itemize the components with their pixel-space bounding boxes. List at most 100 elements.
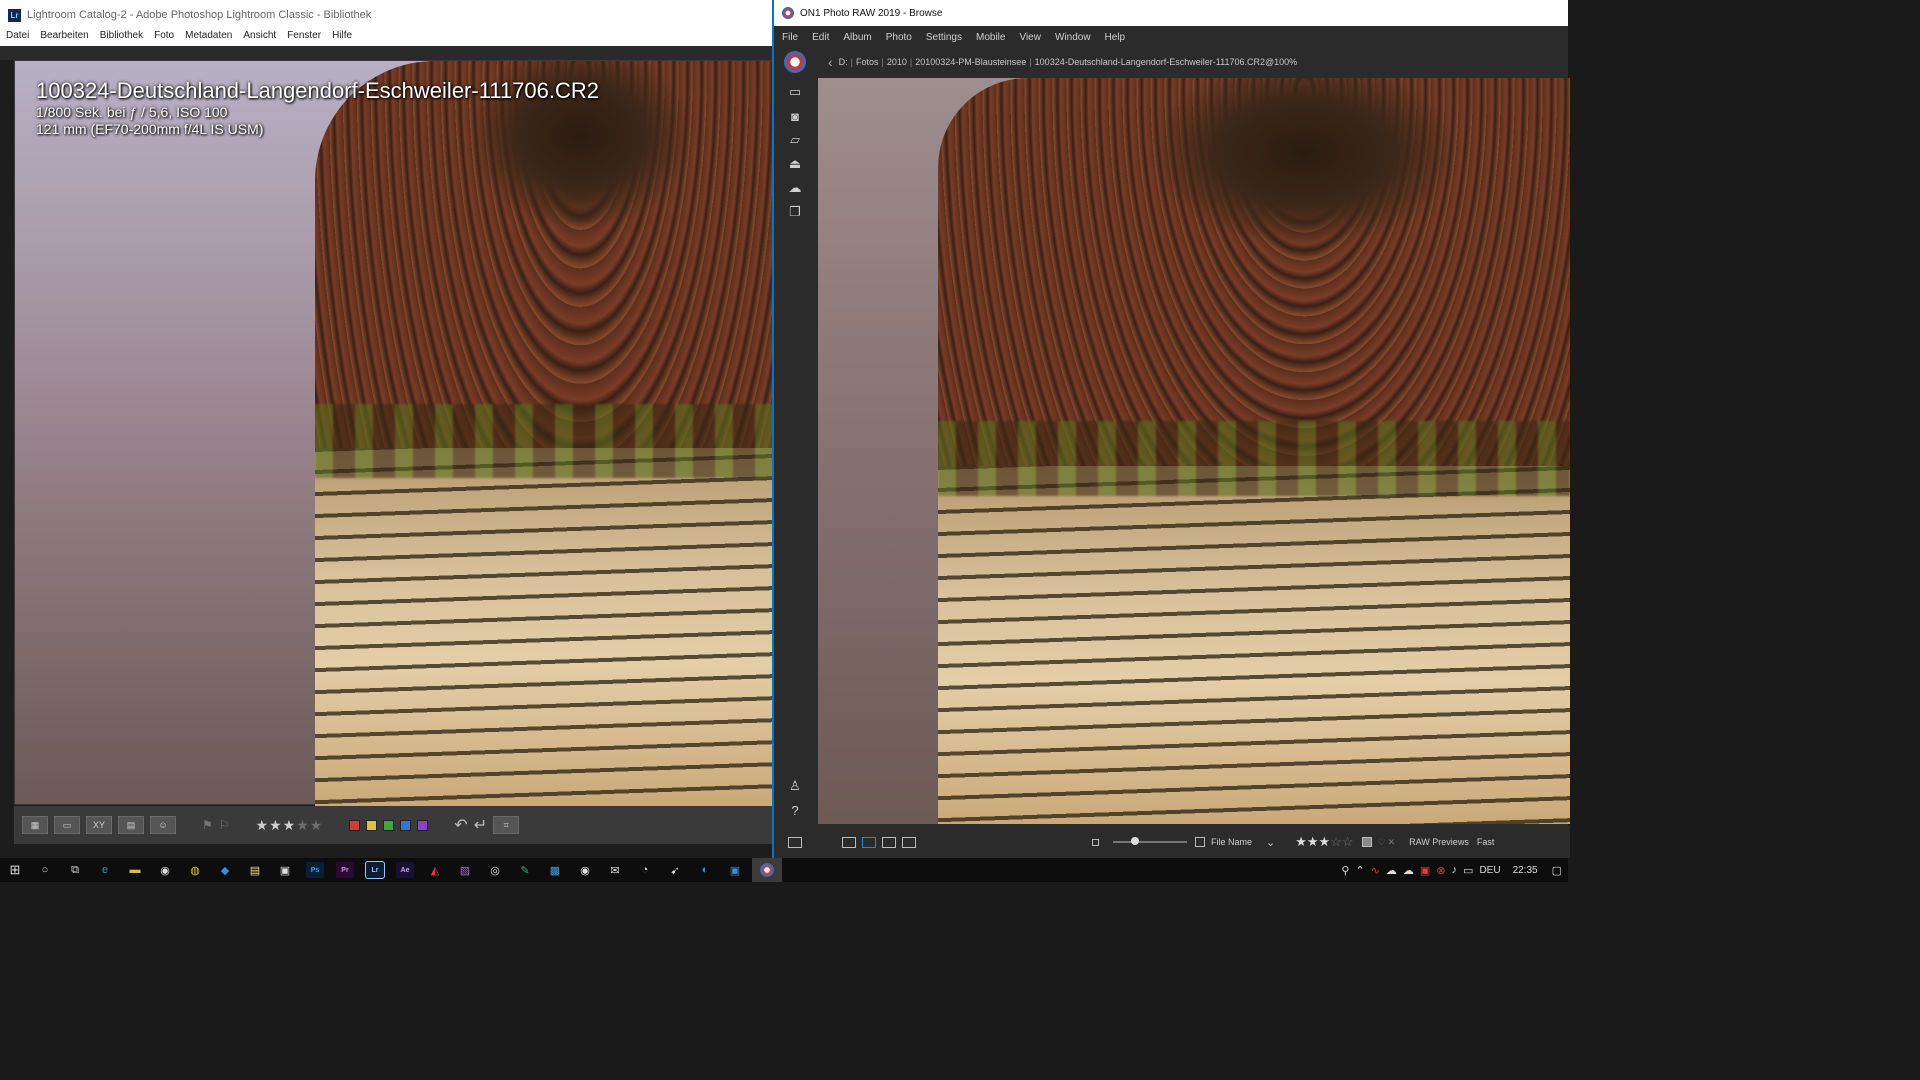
camera-icon[interactable]: ◙ — [786, 108, 804, 124]
back-chevron-icon[interactable]: ‹ — [828, 54, 833, 70]
rotate-right-icon[interactable]: ↵ — [474, 815, 487, 835]
notifications-icon[interactable]: ▢ — [1552, 864, 1562, 877]
app-icon[interactable]: ◉ — [156, 862, 174, 878]
creative-cloud-icon[interactable]: ∿ — [1371, 864, 1380, 877]
detail-view-icon[interactable] — [862, 836, 876, 848]
rotate-left-icon[interactable]: ↶ — [454, 815, 467, 835]
menu-metadaten[interactable]: Metadaten — [185, 30, 232, 46]
app-icon[interactable]: ◔ — [636, 862, 654, 878]
menu-album[interactable]: Album — [843, 32, 871, 43]
menu-hilfe[interactable]: Hilfe — [332, 30, 352, 46]
app-icon[interactable]: ◐ — [696, 862, 714, 878]
menu-edit[interactable]: Edit — [812, 32, 829, 43]
clock[interactable]: 22:35 — [1513, 865, 1538, 876]
menu-bearbeiten[interactable]: Bearbeiten — [40, 30, 88, 46]
on1-module-logo-icon[interactable] — [784, 51, 806, 73]
menu-fenster[interactable]: Fenster — [287, 30, 321, 46]
monitor-icon[interactable]: ▭ — [786, 84, 804, 100]
flag-pick-icon[interactable]: ⚑ — [202, 818, 213, 832]
app-icon[interactable]: ✎ — [516, 862, 534, 878]
menu-settings[interactable]: Settings — [926, 32, 962, 43]
app-icon[interactable]: ➹ — [666, 862, 684, 878]
flag-reject-icon[interactable]: ⚐ — [219, 818, 230, 832]
notes-icon[interactable]: ▤ — [246, 862, 264, 878]
on1-rating-stars-off[interactable]: ☆☆ — [1330, 834, 1353, 849]
lightroom-taskbar-icon[interactable]: Lr — [365, 861, 385, 879]
rating-stars-on[interactable]: ★★★ — [256, 817, 297, 833]
lightroom-loupe-image[interactable] — [14, 60, 773, 806]
volume-icon[interactable]: ♪ — [1452, 864, 1458, 876]
chevron-up-icon[interactable]: ⌃ — [1355, 864, 1364, 877]
cloud-icon[interactable]: ☁ — [786, 180, 804, 196]
app-icon[interactable]: ▧ — [456, 862, 474, 878]
app-icon[interactable]: ▣ — [726, 862, 744, 878]
color-label-purple[interactable] — [417, 819, 429, 831]
edge-icon[interactable]: e — [96, 862, 114, 878]
people-icon[interactable]: ⚲ — [1341, 864, 1349, 877]
error-icon[interactable]: ⊗ — [1436, 864, 1445, 877]
help-icon[interactable]: ? — [786, 802, 804, 818]
crop-overlay-icon[interactable]: ⌗ — [493, 816, 520, 834]
onedrive-icon[interactable]: ☁ — [1386, 864, 1397, 877]
on1-star-rating[interactable]: ★★★☆☆ — [1295, 834, 1353, 850]
grid-view-icon[interactable]: ▦ — [22, 816, 48, 834]
rating-stars-off[interactable]: ★★ — [296, 817, 323, 833]
photoshop-icon[interactable]: Ps — [306, 862, 324, 878]
premiere-icon[interactable]: Pr — [336, 862, 354, 878]
chrome-icon[interactable]: ◍ — [186, 862, 204, 878]
panel-toggle-icon[interactable] — [788, 836, 802, 848]
on1-rating-stars-on[interactable]: ★★★ — [1295, 834, 1330, 849]
store-icon[interactable]: ▣ — [276, 862, 294, 878]
app-icon[interactable]: ◆ — [216, 862, 234, 878]
compare-view-icon[interactable] — [902, 836, 916, 848]
app-icon[interactable]: ▩ — [546, 862, 564, 878]
raw-previews-select[interactable]: Fast — [1477, 837, 1495, 847]
breadcrumb-drive[interactable]: D: — [839, 57, 848, 67]
after-effects-icon[interactable]: Ae — [396, 862, 414, 878]
menu-ansicht[interactable]: Ansicht — [243, 30, 276, 46]
menu-datei[interactable]: Datei — [6, 30, 29, 46]
loupe-view-icon[interactable]: ▭ — [54, 816, 80, 834]
color-label-icon[interactable] — [1361, 837, 1372, 847]
filmstrip-view-icon[interactable] — [882, 836, 896, 848]
star-rating[interactable]: ★★★★★ — [256, 817, 324, 834]
sort-dropdown-label[interactable]: File Name — [1211, 837, 1252, 847]
language-indicator[interactable]: DEU — [1479, 865, 1500, 876]
thumbnail-size-slider[interactable] — [1113, 837, 1187, 845]
lightroom-top-panel-toggle[interactable] — [0, 46, 772, 60]
on1-preview-image[interactable] — [818, 78, 1570, 824]
breadcrumb-fotos[interactable]: Fotos — [856, 57, 879, 67]
menu-mobile[interactable]: Mobile — [976, 32, 1005, 43]
menu-foto[interactable]: Foto — [154, 30, 174, 46]
explorer-icon[interactable]: ▬ — [126, 862, 144, 878]
mail-icon[interactable]: ✉ — [606, 862, 624, 878]
drive-icon[interactable]: ⏏ — [786, 156, 804, 172]
chevron-down-icon[interactable]: ⌄ — [1266, 836, 1275, 849]
breadcrumb-folder[interactable]: 20100324-PM-Blausteinsee — [915, 57, 1026, 67]
survey-view-icon[interactable]: ▤ — [118, 816, 144, 834]
task-view-icon[interactable]: ⧉ — [66, 862, 84, 878]
folder-icon[interactable]: ▱ — [786, 132, 804, 148]
menu-bibliothek[interactable]: Bibliothek — [100, 30, 143, 46]
menu-view[interactable]: View — [1019, 32, 1041, 43]
color-label-green[interactable] — [383, 819, 395, 831]
menu-file[interactable]: File — [782, 32, 798, 43]
app-icon[interactable]: ◭ — [426, 862, 444, 878]
heart-icon[interactable]: ♡ — [1378, 837, 1386, 848]
color-label-yellow[interactable] — [366, 819, 378, 831]
people-view-icon[interactable]: ☺ — [150, 816, 176, 834]
menu-help[interactable]: Help — [1105, 32, 1126, 43]
color-label-blue[interactable] — [400, 819, 412, 831]
breadcrumb-year[interactable]: 2010 — [887, 57, 907, 67]
menu-window[interactable]: Window — [1055, 32, 1091, 43]
cloud-icon[interactable]: ☁ — [1403, 864, 1414, 877]
albums-icon[interactable]: ❐ — [786, 204, 804, 220]
menu-photo[interactable]: Photo — [886, 32, 912, 43]
app-icon[interactable]: ◉ — [576, 862, 594, 878]
grid-view-icon[interactable] — [842, 836, 856, 848]
on1-taskbar-button[interactable] — [752, 858, 782, 882]
slider-knob[interactable] — [1131, 837, 1139, 845]
user-icon[interactable]: ♙ — [786, 778, 804, 794]
network-icon[interactable]: ▭ — [1463, 864, 1473, 877]
antivirus-icon[interactable]: ▣ — [1420, 864, 1430, 877]
